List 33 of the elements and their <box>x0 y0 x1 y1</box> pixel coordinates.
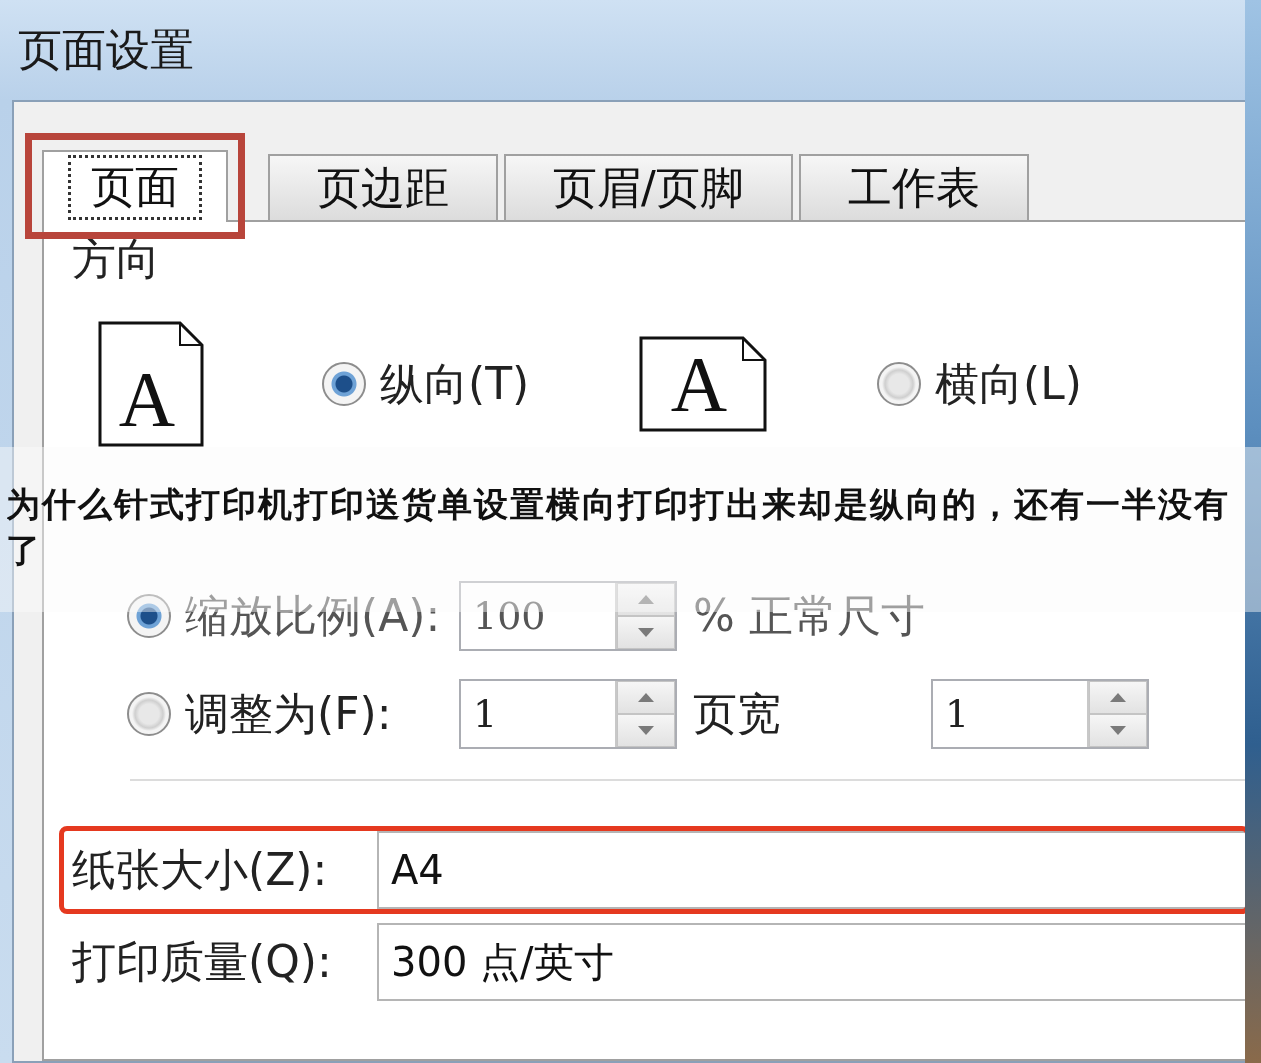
down-arrow-icon <box>638 628 654 637</box>
caption-text: 为什么针式打印机打印送货单设置横向打印打出来却是纵向的，还有一半没有了 <box>6 483 1231 572</box>
tab[interactable]: 页面 <box>42 150 228 222</box>
number-spin-field[interactable]: 1 <box>931 679 1149 749</box>
dropdown-field[interactable]: A4 <box>377 831 1245 909</box>
down-arrow-icon <box>638 726 654 735</box>
up-arrow-icon <box>638 595 654 604</box>
tab[interactable]: 页边距 <box>268 154 498 222</box>
landscape-page-icon: A <box>639 336 767 432</box>
tab[interactable]: 工作表 <box>798 154 1029 222</box>
portrait-page-icon: A <box>98 321 204 447</box>
spin-down-button[interactable] <box>1089 714 1147 747</box>
section-heading: 方向 <box>72 232 160 286</box>
up-arrow-icon <box>1110 693 1126 702</box>
tab[interactable]: 页眉/页脚 <box>504 154 793 222</box>
dropdown-field[interactable]: 300 点/英寸 <box>377 923 1245 1001</box>
field-label: 打印质量(Q): <box>72 934 333 989</box>
window-title: 页面设置 <box>18 22 194 77</box>
number-spin-field[interactable]: 1 <box>459 679 677 749</box>
radio-option[interactable]: 横向(L) <box>877 354 1082 414</box>
spin-down-button[interactable] <box>617 714 675 747</box>
unit-label: 页宽 <box>693 686 782 741</box>
field-label: 纸张大小(Z): <box>72 842 329 897</box>
spin-up-button[interactable] <box>1089 681 1147 714</box>
spin-up-button[interactable] <box>617 681 675 714</box>
spin-down-button[interactable] <box>617 616 675 649</box>
field-value: 300 点/英寸 <box>391 937 614 987</box>
radio-option[interactable]: 纵向(T) <box>322 354 639 414</box>
unit-label: % 正常尺寸 <box>693 588 925 643</box>
down-arrow-icon <box>1110 726 1126 735</box>
radio-option[interactable]: 调整为(F): <box>127 684 459 744</box>
up-arrow-icon <box>638 693 654 702</box>
field-value: A4 <box>391 847 444 893</box>
